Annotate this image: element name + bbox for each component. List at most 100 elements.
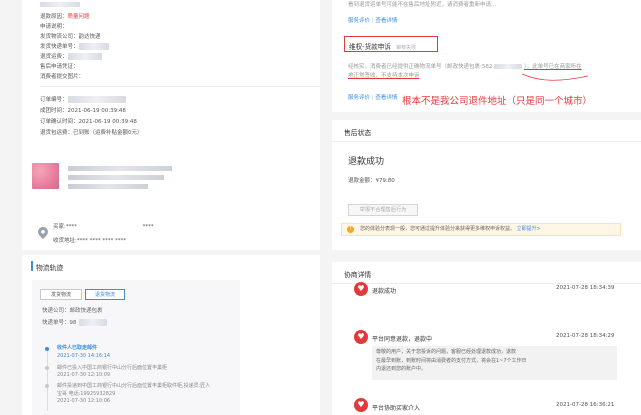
section-bar bbox=[31, 261, 33, 271]
confirmed-value: 2021-06-19 00:39:48 bbox=[78, 119, 137, 125]
warning-icon: ! bbox=[347, 226, 354, 233]
location-pin-icon bbox=[38, 227, 48, 239]
complaint-number-blur bbox=[494, 64, 523, 69]
timeline-event-2-text: 邮件已投入中国工商银行中山分行后面位置丰巢柜 bbox=[57, 365, 168, 371]
complaint-body-line1: 经核实，消费者已经提供正确物流单号（邮政快递包裹:582 ），此单号已在商家所在 bbox=[348, 62, 582, 70]
tracking-row: 发货快递单号： bbox=[40, 42, 109, 50]
timeline-event-3-text: 邮件投递到中国工商银行中山分行后面位置丰巢柜取件柜,投递员:匠人 bbox=[57, 383, 211, 389]
timeline-event-1-text: 收件人已取走邮件 bbox=[57, 345, 98, 351]
courier-number-value: 98 bbox=[69, 320, 77, 326]
negotiation-item-title: 平台协助买家介入 bbox=[372, 405, 421, 412]
service-review-link[interactable]: 服务评价 bbox=[348, 18, 370, 24]
product-sku-blur bbox=[68, 175, 164, 180]
platform-avatar-icon bbox=[354, 398, 368, 412]
created-value: 2021-06-19 00:39:48 bbox=[67, 108, 126, 114]
complaint-links: 服务评价 | 查看详情 bbox=[348, 95, 398, 101]
tab-shipping-logistics[interactable]: 发货物流 bbox=[40, 289, 82, 300]
complaint-body-text: 经核实，消费者已经提供正确物流单号（邮政快递包裹:582 bbox=[348, 64, 493, 70]
courier-number-row: 快递单号：98 bbox=[42, 318, 107, 326]
timeline-event-2-time: 2021-07-30 12:10:09 bbox=[57, 372, 111, 378]
buyer-label: 买家:**** bbox=[53, 224, 77, 230]
platform-avatar-icon bbox=[354, 330, 368, 344]
timeline-dot bbox=[45, 366, 49, 370]
negotiation-head: 协商详情 bbox=[332, 262, 641, 284]
notice-bar: ! 您的体验分表现一般，您可通过提升体验分来获得更多维权申诉权益。 立即提升> bbox=[341, 223, 621, 236]
report-button[interactable]: 举报不合理售后行为 bbox=[348, 204, 418, 216]
courier-company-row: 快递公司：邮政快递包裹 bbox=[42, 306, 103, 314]
tab-return-logistics[interactable]: 退货物流 bbox=[85, 289, 125, 300]
refund-status: 退款成功 bbox=[348, 157, 385, 167]
buyer-row: 买家:**** **** bbox=[53, 222, 154, 230]
refund-amount-blur bbox=[67, 53, 102, 60]
address-row: 收货地址:**** **** **** **** bbox=[53, 236, 126, 244]
after-sale-head: 售后状态 bbox=[332, 120, 641, 142]
courier-company-label: 快递公司： bbox=[42, 308, 70, 314]
confirmed-label: 订单确认时间： bbox=[40, 119, 79, 125]
refund-amount-row: 退货运费： bbox=[40, 52, 102, 60]
complaint-body-line2: 地正常签收，不支持本次申诉 bbox=[348, 73, 420, 79]
shipping-label: 退货包运费： bbox=[40, 130, 74, 136]
order-no-blur bbox=[67, 96, 126, 103]
timeline-line bbox=[47, 351, 48, 411]
timeline-event-3-text-cont: 宝哥 电话:19925932829 bbox=[57, 391, 116, 397]
buyer-stars: **** bbox=[142, 224, 154, 230]
address-label: 收货地址:**** **** **** **** bbox=[53, 238, 127, 244]
courier-number-blur bbox=[78, 319, 107, 326]
complaint-review-link[interactable]: 服务评价 bbox=[348, 95, 370, 101]
negotiation-item-title: 平台同意退款，退款中 bbox=[372, 336, 433, 343]
red-annotation: 根本不是我公司退件地址（只是同一个城市） bbox=[402, 96, 593, 107]
courier-number-label: 快递单号： bbox=[42, 320, 70, 326]
timeline-dot-active bbox=[45, 347, 49, 351]
timeline-event-1-time: 2021-07-30 14:16:14 bbox=[57, 353, 111, 359]
desc-line: 在最早到账，到账时间将由消费者的支付方式，将会在1~7个工作日 bbox=[376, 357, 527, 364]
product-thumbnail bbox=[32, 163, 59, 189]
complaint-title-row: 维权-货款申诉 审核失败 bbox=[349, 41, 416, 51]
desc-line: 尊敬的用户，关于您投诉的问题，客服已经处理退款成功，退款 bbox=[376, 349, 517, 355]
order-no-row: 订单编号： bbox=[40, 95, 126, 103]
notice-text: 您的体验分表现一般，您可通过提升体验分来获得更多维权申诉权益。 bbox=[360, 226, 516, 232]
refund-avatar-icon bbox=[354, 282, 368, 296]
product-price-blur bbox=[68, 184, 148, 189]
images-row: 消费者提交图片： bbox=[40, 72, 84, 80]
tracking-label: 发货快递单号： bbox=[40, 44, 79, 50]
divider bbox=[40, 86, 320, 87]
top-cut-text bbox=[40, 2, 80, 8]
refund-reason-value: 质量问题 bbox=[67, 14, 90, 20]
images-label: 消费者提交图片： bbox=[40, 74, 85, 80]
negotiation-item-time: 2021-07-28 18:34:39 bbox=[556, 285, 615, 291]
timeline-event-3-time: 2021-07-30 12:10:06 bbox=[57, 398, 111, 404]
negotiation-item-title: 退款成功 bbox=[372, 288, 397, 295]
goods-card[interactable] bbox=[32, 163, 172, 207]
refund-amount-label: 退货运费： bbox=[40, 54, 68, 60]
notice-link[interactable]: 立即提升> bbox=[517, 226, 541, 232]
refund-reason-label: 退款原因： bbox=[40, 14, 68, 20]
confirmed-row: 订单确认时间：2021-06-19 00:39:48 bbox=[40, 117, 137, 125]
negotiation-item-time: 2021-07-28 16:36:21 bbox=[556, 402, 615, 408]
complaint-status: 审核失败 bbox=[396, 45, 417, 51]
product-title-blur bbox=[68, 166, 172, 171]
refund-reason-row: 退款原因：质量问题 bbox=[40, 12, 90, 20]
shipping-value: 已到账（运费补贴金额0元） bbox=[73, 130, 143, 136]
shipping-row: 退货包运费：已到账（运费补贴金额0元） bbox=[40, 128, 143, 136]
carrier-row: 发货物流公司：韵达快递 bbox=[40, 32, 101, 40]
created-label: 成团时间： bbox=[40, 108, 68, 114]
complaint-detail-link[interactable]: 查看详情 bbox=[375, 95, 397, 101]
negotiation-item-time: 2021-07-28 18:34:29 bbox=[556, 333, 615, 339]
desc-line: 内退还到您的账户中。 bbox=[376, 366, 427, 372]
top-note: 看到退货运单号可能不在售后地址附近，请消费者重新申请... bbox=[348, 2, 497, 8]
receipt-row: 售后申请凭证： bbox=[40, 62, 79, 70]
complaint-body-tail: ），此单号已在商家所在 bbox=[523, 64, 582, 70]
tracking-blur bbox=[78, 43, 109, 50]
underline-arrow bbox=[521, 73, 589, 81]
order-no-label: 订单编号： bbox=[40, 97, 68, 103]
created-row: 成团时间：2021-06-19 00:39:48 bbox=[40, 106, 126, 114]
receipt-label: 售后申请凭证： bbox=[40, 64, 79, 70]
timeline-dot bbox=[45, 384, 49, 388]
description-row: 申请说明： bbox=[40, 22, 68, 30]
view-details-link[interactable]: 查看详情 bbox=[375, 18, 397, 24]
carrier-label: 发货物流公司： bbox=[40, 34, 79, 40]
refund-amount: 退款金额：¥79.80 bbox=[348, 178, 395, 184]
logistics-title: 物流轨迹 bbox=[36, 264, 64, 272]
carrier-value: 韵达快递 bbox=[78, 34, 101, 40]
complaint-title: 维权-货款申诉 bbox=[349, 43, 391, 51]
